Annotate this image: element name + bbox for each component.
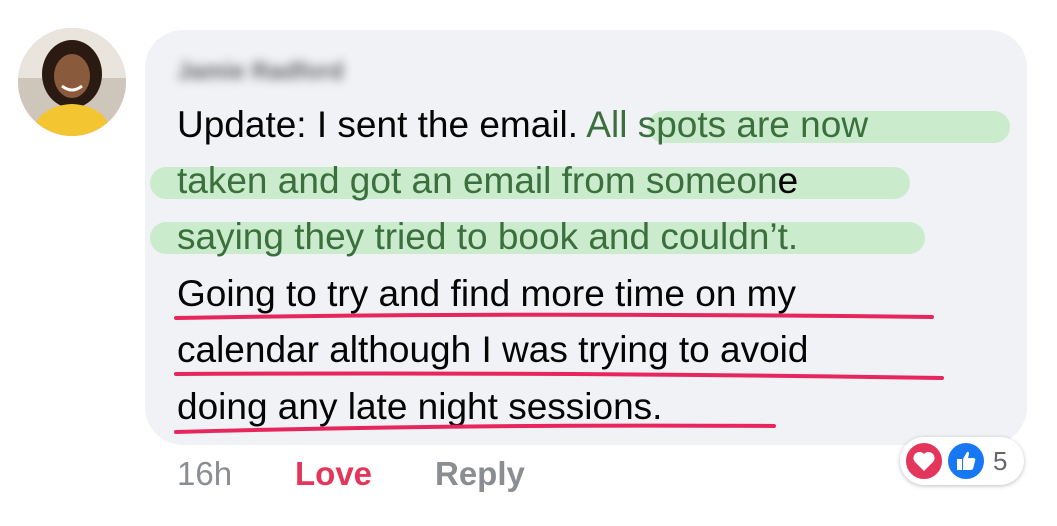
reaction-count: 5 [993,446,1008,476]
underline-3 [174,423,776,434]
love-button[interactable]: Love [295,455,372,493]
reply-button[interactable]: Reply [435,455,525,493]
underline-1 [174,312,934,320]
reactions-summary[interactable]: 5 [900,437,1024,485]
underline-2 [174,371,944,380]
comment-timestamp[interactable]: 16h [177,455,232,493]
heart-icon [904,441,944,481]
thumbs-up-icon [946,441,986,481]
underline-annotations [174,312,944,434]
